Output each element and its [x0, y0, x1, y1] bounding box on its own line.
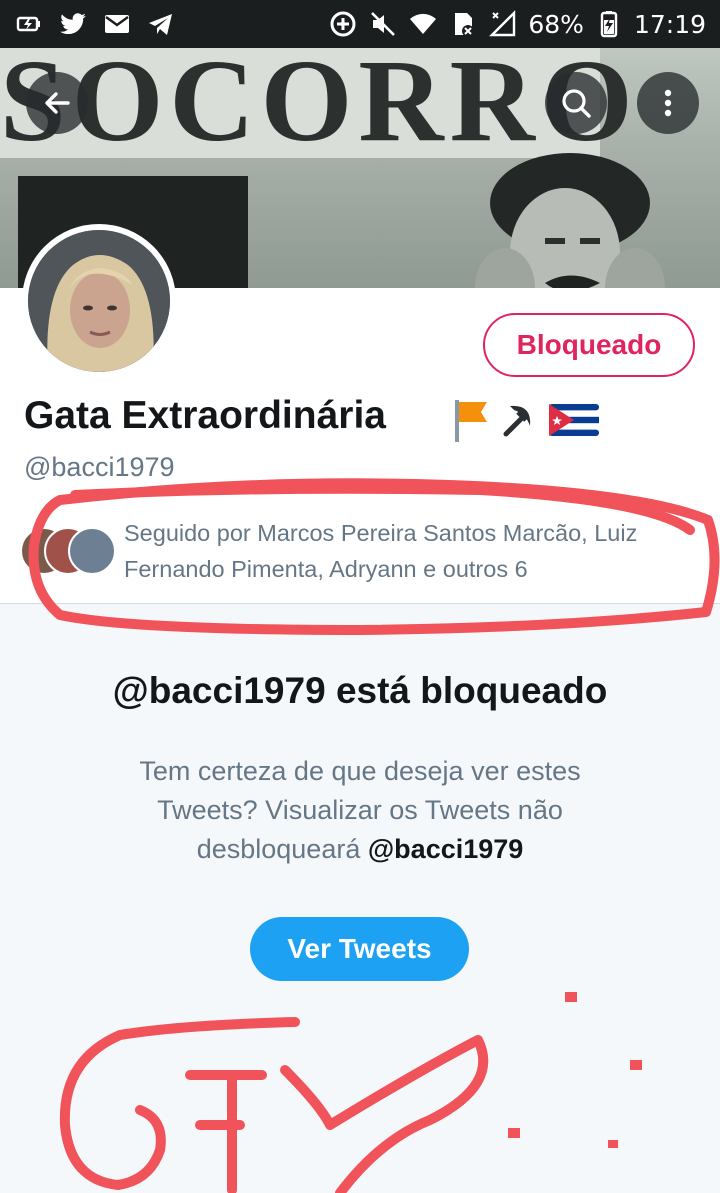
search-button[interactable] — [545, 72, 607, 134]
wifi-icon — [408, 9, 438, 39]
more-options-button[interactable] — [637, 72, 699, 134]
sim-icon — [448, 9, 478, 39]
followed-by-text: Seguido por Marcos Pereira Santos Marcão… — [124, 520, 638, 582]
blocked-button[interactable]: Bloqueado — [483, 313, 695, 377]
mute-icon — [368, 9, 398, 39]
more-vert-icon — [664, 89, 672, 117]
annotation-dot — [608, 1140, 618, 1148]
twitter-icon — [58, 9, 88, 39]
screen: 68% 17:19 SOCORRO Bloqueado Gata Extraor… — [0, 0, 720, 1193]
display-name: Gata Extraordinária — [24, 394, 386, 437]
profile-header: Bloqueado Gata Extraordinária @bacci1979… — [0, 224, 720, 604]
battery-icon — [594, 9, 624, 39]
clock: 17:19 — [633, 9, 706, 39]
cuba-flag-icon — [549, 404, 599, 436]
annotation-letter-g — [59, 1017, 300, 1190]
see-tweets-button[interactable]: Ver Tweets — [250, 917, 469, 981]
mail-icon — [102, 9, 132, 39]
battery-saver-icon — [14, 9, 44, 39]
blocked-description: Tem certeza de que deseja ver estes Twee… — [100, 752, 620, 869]
hammer-sickle-icon — [503, 405, 531, 437]
name-emojis — [452, 394, 600, 446]
telegram-icon — [146, 9, 176, 39]
banner-sign-text: SOCORRO — [0, 48, 639, 166]
blocked-title: @bacci1979 está bloqueado — [112, 670, 608, 711]
annotation-dot — [508, 1128, 520, 1138]
signal-icon — [488, 9, 518, 39]
follower-avatars — [20, 525, 120, 577]
follower-avatar — [68, 527, 116, 575]
avatar[interactable] — [22, 224, 176, 378]
profile-handle: @bacci1979 — [24, 452, 175, 482]
orange-flag-icon — [455, 400, 487, 442]
back-arrow-icon — [45, 92, 70, 114]
annotation-dot — [630, 1060, 642, 1070]
status-bar: 68% 17:19 — [0, 0, 720, 48]
search-icon — [562, 89, 591, 118]
data-saver-icon — [328, 9, 358, 39]
blocked-description-handle: @bacci1979 — [367, 834, 524, 864]
back-button[interactable] — [26, 72, 88, 134]
annotation-letter-y — [280, 1035, 489, 1193]
followed-by-row[interactable]: Seguido por Marcos Pereira Santos Marcão… — [20, 516, 710, 586]
battery-level: 68% — [528, 9, 584, 39]
annotation-letter-e — [185, 1070, 267, 1193]
annotation-dot — [565, 992, 577, 1002]
banner-person — [475, 153, 665, 288]
